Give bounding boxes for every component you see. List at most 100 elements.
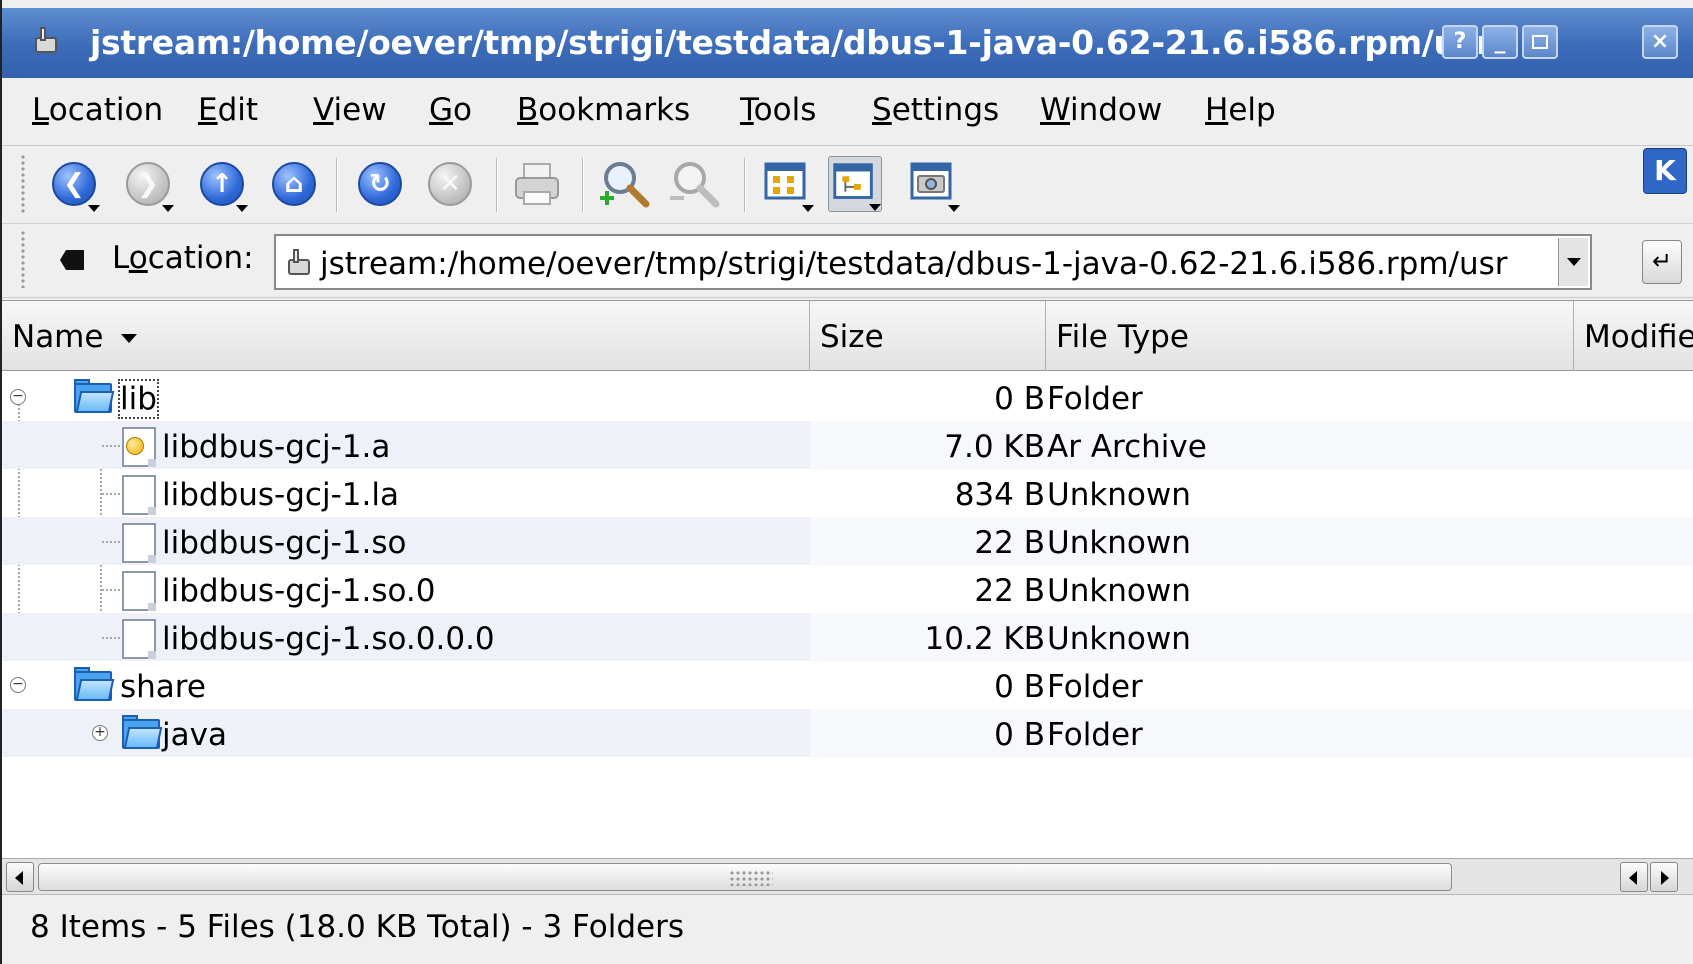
back-button[interactable]: ❮ [46,156,100,212]
file-type: Folder [1047,669,1143,705]
location-label: Location: [112,240,254,276]
maximize-button[interactable] [1522,25,1558,59]
unknown-file-icon [122,571,156,611]
menu-bar: Location Edit View Go Bookmarks Tools Se… [2,78,1693,146]
detailed-view-button[interactable] [828,156,882,212]
menu-tools[interactable]: Tools [740,92,816,128]
konqueror-app-icon[interactable] [32,24,60,56]
help-button[interactable]: ? [1442,25,1478,59]
toolbar-separator [582,158,584,212]
collapse-icon[interactable]: − [10,389,26,405]
file-size: 834 B [954,477,1045,513]
up-dropdown-icon[interactable] [236,205,248,212]
title-bar[interactable]: jstream:/home/oever/tmp/strigi/testdata/… [2,8,1693,78]
toolbar-separator [744,158,746,212]
main-toolbar: ❮ ❯ ↑ ⌂ ↻ ✕ [2,146,1693,224]
table-row[interactable]: libdbus-gcj-1.so.0.0.0 10.2 KB Unknown [2,613,1693,661]
home-button[interactable]: ⌂ [266,156,320,212]
detailed-view-icon [833,163,873,199]
table-row[interactable]: libdbus-gcj-1.so 22 B Unknown [2,517,1693,565]
file-type: Unknown [1047,621,1191,657]
file-type: Folder [1047,381,1143,417]
file-size: 0 B [994,381,1045,417]
horizontal-scrollbar[interactable] [2,858,1693,894]
toolbar-grip[interactable] [20,154,26,214]
table-row[interactable]: − share 0 B Folder [2,661,1693,709]
unknown-file-icon [122,619,156,659]
table-row[interactable]: − lib 0 B Folder [2,373,1693,421]
forward-button[interactable]: ❯ [120,156,174,212]
menu-help[interactable]: Help [1205,92,1276,128]
location-toolbar: Location: jstream:/home/oever/tmp/strigi… [2,224,1693,298]
menu-view[interactable]: View [313,92,387,128]
zoom-in-button[interactable] [598,156,652,212]
collapse-icon[interactable]: − [10,677,26,693]
menu-location[interactable]: Location [32,92,163,128]
file-name: libdbus-gcj-1.so.0.0.0 [162,621,495,657]
minimize-button[interactable]: _ [1482,25,1518,59]
close-button[interactable]: × [1642,25,1678,59]
file-type: Unknown [1047,477,1191,513]
detailed-file-list[interactable]: Name Size File Type Modifie − lib 0 B Fo… [2,300,1693,860]
kde-logo-icon[interactable]: K [1643,148,1687,194]
arrow-left-icon [1629,871,1637,885]
clear-location-icon[interactable] [60,250,84,270]
file-size: 22 B [974,525,1045,561]
print-button[interactable] [510,156,564,212]
scroll-left-button-right[interactable] [1620,862,1648,892]
forward-dropdown-icon[interactable] [162,205,174,212]
location-history-dropdown-icon[interactable] [1558,238,1588,286]
location-toolbar-grip[interactable] [20,230,26,288]
status-text: 8 Items - 5 Files (18.0 KB Total) - 3 Fo… [30,909,684,945]
icon-view-dropdown-icon[interactable] [802,205,814,212]
konqueror-window: jstream:/home/oever/tmp/strigi/testdata/… [0,0,1693,964]
reload-button[interactable]: ↻ [352,156,406,212]
arrow-left-icon [15,871,23,885]
menu-window[interactable]: Window [1040,92,1162,128]
arrow-right-icon [1661,871,1669,885]
reload-icon: ↻ [358,162,402,206]
menu-bookmarks[interactable]: Bookmarks [517,92,690,128]
scroll-left-button[interactable] [6,862,34,892]
column-name[interactable]: Name [2,301,810,371]
file-name: libdbus-gcj-1.a [162,429,391,465]
scroll-right-button[interactable] [1650,862,1678,892]
file-name: libdbus-gcj-1.so.0 [162,573,436,609]
folder-icon [122,715,163,749]
icon-view-button[interactable] [760,156,814,212]
column-file-type[interactable]: File Type [1046,301,1574,371]
file-size: 7.0 KB [944,429,1045,465]
file-name: lib [118,379,159,419]
file-type: Folder [1047,717,1143,753]
scrollbar-thumb[interactable] [38,863,1452,891]
location-input[interactable]: jstream:/home/oever/tmp/strigi/testdata/… [274,234,1592,290]
file-type: Unknown [1047,573,1191,609]
forward-icon: ❯ [126,162,170,206]
preview-button[interactable] [906,156,960,212]
folder-icon [74,667,115,701]
up-button[interactable]: ↑ [194,156,248,212]
menu-go[interactable]: Go [429,92,472,128]
file-size: 22 B [974,573,1045,609]
column-modified[interactable]: Modifie [1574,301,1693,371]
icon-view-icon [764,162,806,200]
window-title: jstream:/home/oever/tmp/strigi/testdata/… [90,23,1517,62]
preview-dropdown-icon[interactable] [948,205,960,212]
detailed-view-dropdown-icon[interactable] [869,204,881,211]
table-row[interactable]: libdbus-gcj-1.so.0 22 B Unknown [2,565,1693,613]
column-size[interactable]: Size [810,301,1046,371]
table-row[interactable]: libdbus-gcj-1.a 7.0 KB Ar Archive [2,421,1693,469]
back-dropdown-icon[interactable] [88,205,100,212]
stop-button[interactable]: ✕ [422,156,476,212]
toolbar-separator [336,158,338,212]
menu-edit[interactable]: Edit [198,92,258,128]
zoom-out-button[interactable] [668,156,722,212]
archive-file-icon [122,427,156,467]
go-enter-icon: ↵ [1651,247,1673,275]
expand-icon[interactable]: + [92,725,108,741]
menu-settings[interactable]: Settings [872,92,999,128]
table-row[interactable]: libdbus-gcj-1.la 834 B Unknown [2,469,1693,517]
go-button[interactable]: ↵ [1642,240,1682,284]
table-row[interactable]: + java 0 B Folder [2,709,1693,757]
zoom-in-icon [600,162,650,208]
